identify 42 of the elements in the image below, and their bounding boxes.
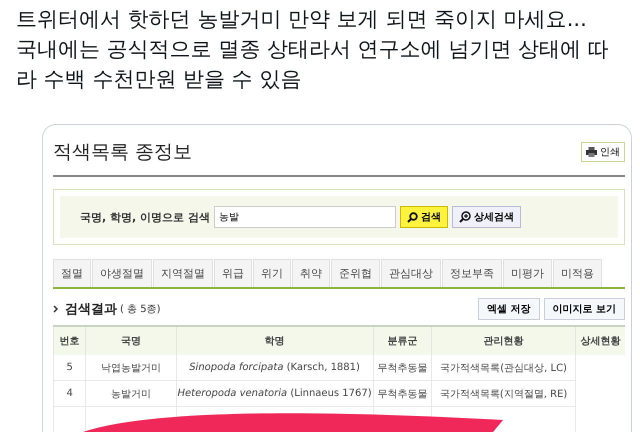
printer-icon bbox=[586, 147, 597, 157]
column-header: 관리현황 bbox=[432, 327, 576, 355]
search-button[interactable]: 검색 bbox=[400, 206, 448, 228]
search-icon bbox=[406, 212, 418, 222]
table-cell: 4 bbox=[54, 380, 86, 406]
results-heading: 검색결과 bbox=[65, 300, 117, 318]
column-header: 상세현황 bbox=[576, 327, 625, 355]
results-count: ( 총 5종) bbox=[120, 302, 161, 316]
category-tab[interactable]: 준위협 bbox=[331, 259, 380, 287]
category-tab[interactable]: 관심대상 bbox=[381, 259, 441, 287]
category-tab[interactable]: 정보부족 bbox=[442, 259, 502, 287]
table-cell: 무척추동물 bbox=[373, 380, 432, 406]
zoom-in-icon bbox=[458, 211, 471, 223]
category-tab[interactable]: 야생절멸 bbox=[92, 259, 152, 287]
page-title: 적색목록 종정보 bbox=[53, 140, 192, 165]
advanced-search-button[interactable]: 상세검색 bbox=[452, 206, 521, 228]
category-tab[interactable]: 위급 bbox=[214, 259, 252, 287]
table-cell: Sinopoda forcipata (Karsch, 1881) bbox=[176, 355, 374, 380]
chevron-icon bbox=[53, 304, 59, 312]
table-cell: 국가적색목록(지역절멸, RE) bbox=[432, 380, 576, 406]
export-button[interactable]: 엑셀 저장 bbox=[478, 298, 540, 320]
category-tab[interactable]: 미평가 bbox=[503, 259, 552, 287]
table-cell: 국가적색목록(관심대상, LC) bbox=[432, 355, 576, 380]
column-header: 분류군 bbox=[373, 327, 432, 355]
export-button[interactable]: 이미지로 보기 bbox=[544, 298, 625, 320]
category-tab[interactable]: 위기 bbox=[253, 259, 291, 287]
table-cell: 낙엽농발거미 bbox=[86, 355, 176, 380]
column-header: 국명 bbox=[86, 327, 176, 355]
table-cell: Heteropoda venatoria (Linnaeus 1767) bbox=[176, 380, 374, 406]
column-header: 학명 bbox=[176, 327, 374, 355]
category-tab[interactable]: 미적용 bbox=[553, 259, 602, 287]
category-tab[interactable]: 지역절멸 bbox=[153, 259, 213, 287]
column-header: 번호 bbox=[54, 327, 86, 355]
print-button[interactable]: 인쇄 bbox=[581, 142, 625, 162]
search-field[interactable]: 농발 bbox=[214, 206, 396, 228]
post-text: 트위터에서 핫하던 농발거미 만약 보게 되면 죽이지 마세요... 국내에는 공식적으로 멸종 상태라서 연구소에 넘기면 상태에 따라 수백 수천만원 받을 수 있음 bbox=[15, 6, 610, 93]
table-cell: 농발거미 bbox=[86, 380, 176, 406]
search-label: 국명, 학명, 이명으로 검색 bbox=[80, 210, 210, 224]
category-tab[interactable]: 취약 bbox=[292, 259, 330, 287]
category-tab[interactable]: 절멸 bbox=[53, 259, 91, 287]
table-cell: 무척추동물 bbox=[373, 355, 432, 380]
table-cell: 5 bbox=[54, 355, 86, 380]
